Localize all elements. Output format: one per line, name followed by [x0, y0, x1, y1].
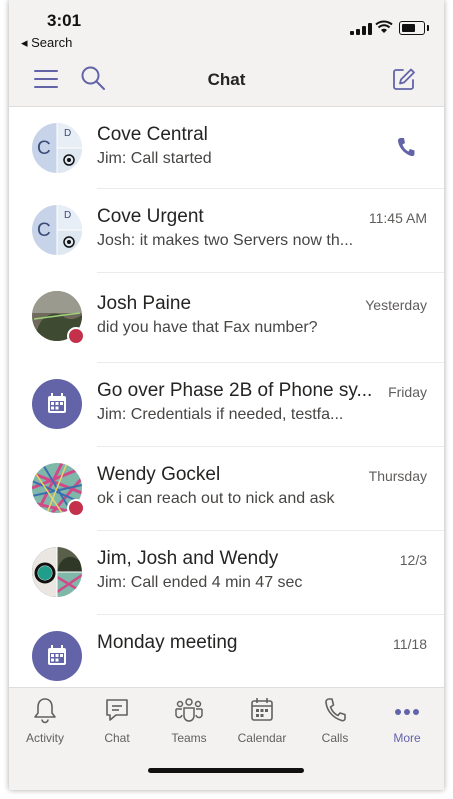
chat-item[interactable]: Jim, Josh and Wendy Jim: Call ended 4 mi…: [9, 531, 444, 615]
tab-teams[interactable]: Teams: [154, 696, 224, 745]
chat-preview: Jim: Call started: [97, 150, 212, 167]
tab-label: Teams: [171, 731, 207, 745]
battery-icon: [399, 21, 429, 35]
back-to-search[interactable]: ◂ Search: [21, 35, 72, 51]
bottom-tab-bar: Activity Chat Teams Calendar Calls More: [9, 687, 444, 790]
chat-name: Cove Central: [97, 124, 208, 145]
phone-icon: [325, 698, 346, 722]
chat-preview: Jim: Call ended 4 min 47 sec: [97, 574, 303, 591]
avatar-initial-small: D: [64, 128, 72, 139]
phone-icon[interactable]: [397, 137, 415, 157]
tab-label: Calls: [321, 731, 349, 745]
phone-screen: 3:01 ◂ Search Chat C D Cove Central Jim:…: [9, 0, 444, 790]
chat-name: Josh Paine: [97, 293, 192, 314]
tab-chat[interactable]: Chat: [82, 696, 152, 745]
chat-time: Friday: [388, 384, 427, 400]
status-time: 3:01: [47, 11, 82, 30]
chat-preview: Jim: Credentials if needed, testfa...: [97, 406, 344, 423]
chat-item[interactable]: Wendy Gockel ok i can reach out to nick …: [9, 447, 444, 531]
chat-time: Thursday: [368, 468, 427, 484]
page-title: Chat: [207, 70, 246, 89]
wifi-icon: [375, 20, 393, 33]
chat-preview: ok i can reach out to nick and ask: [97, 490, 335, 507]
tab-label: Chat: [104, 731, 130, 745]
chat-name: Cove Urgent: [97, 206, 204, 227]
tab-more[interactable]: More: [372, 696, 442, 745]
tab-calls[interactable]: Calls: [300, 696, 370, 745]
chat-time: 11/18: [393, 636, 427, 652]
chat-time: Yesterday: [365, 297, 427, 313]
chat-time: 12/3: [399, 552, 427, 568]
app-header: Chat: [9, 52, 444, 107]
cellular-signal-icon: [350, 23, 372, 35]
chat-name: Go over Phase 2B of Phone sy...: [97, 380, 373, 401]
avatar-initial-small: D: [64, 210, 72, 221]
busy-presence-badge: [67, 327, 85, 345]
avatar-initial: C: [37, 138, 51, 159]
avatar-initial: C: [37, 220, 51, 241]
chat-name: Monday meeting: [97, 632, 238, 653]
group-photo-avatar: [32, 547, 82, 597]
chat-name: Wendy Gockel: [97, 464, 221, 485]
tab-label: Activity: [25, 731, 64, 745]
compose-icon[interactable]: [392, 67, 416, 91]
chat-item[interactable]: Monday meeting 11/18: [9, 615, 444, 687]
tab-label: Calendar: [237, 731, 287, 745]
chat-list: C D Cove Central Jim: Call started C D C…: [9, 107, 444, 687]
tab-label: More: [393, 731, 421, 745]
chat-name: Jim, Josh and Wendy: [97, 548, 279, 569]
more-icon: [395, 709, 419, 715]
bell-icon: [34, 698, 56, 724]
back-label: Search: [31, 35, 73, 50]
chat-item[interactable]: C D Cove Urgent Josh: it makes two Serve…: [9, 189, 444, 273]
chat-item[interactable]: Josh Paine did you have that Fax number?…: [9, 273, 444, 363]
calendar-avatar: [32, 631, 82, 681]
tab-calendar[interactable]: Calendar: [227, 696, 297, 745]
chat-item[interactable]: C D Cove Central Jim: Call started: [9, 107, 444, 189]
chat-icon: [106, 699, 128, 721]
chat-preview: did you have that Fax number?: [97, 319, 318, 336]
chat-time: 11:45 AM: [368, 210, 427, 226]
home-indicator: [148, 768, 304, 773]
chat-preview: Josh: it makes two Servers now th...: [97, 232, 354, 249]
teams-icon: [175, 698, 203, 722]
chat-item[interactable]: Go over Phase 2B of Phone sy... Jim: Cre…: [9, 363, 444, 447]
calendar-icon: [251, 698, 273, 721]
calendar-avatar: [32, 379, 82, 429]
status-bar: 3:01 ◂ Search: [9, 0, 444, 52]
tab-activity[interactable]: Activity: [10, 696, 80, 745]
busy-presence-badge: [67, 499, 85, 517]
